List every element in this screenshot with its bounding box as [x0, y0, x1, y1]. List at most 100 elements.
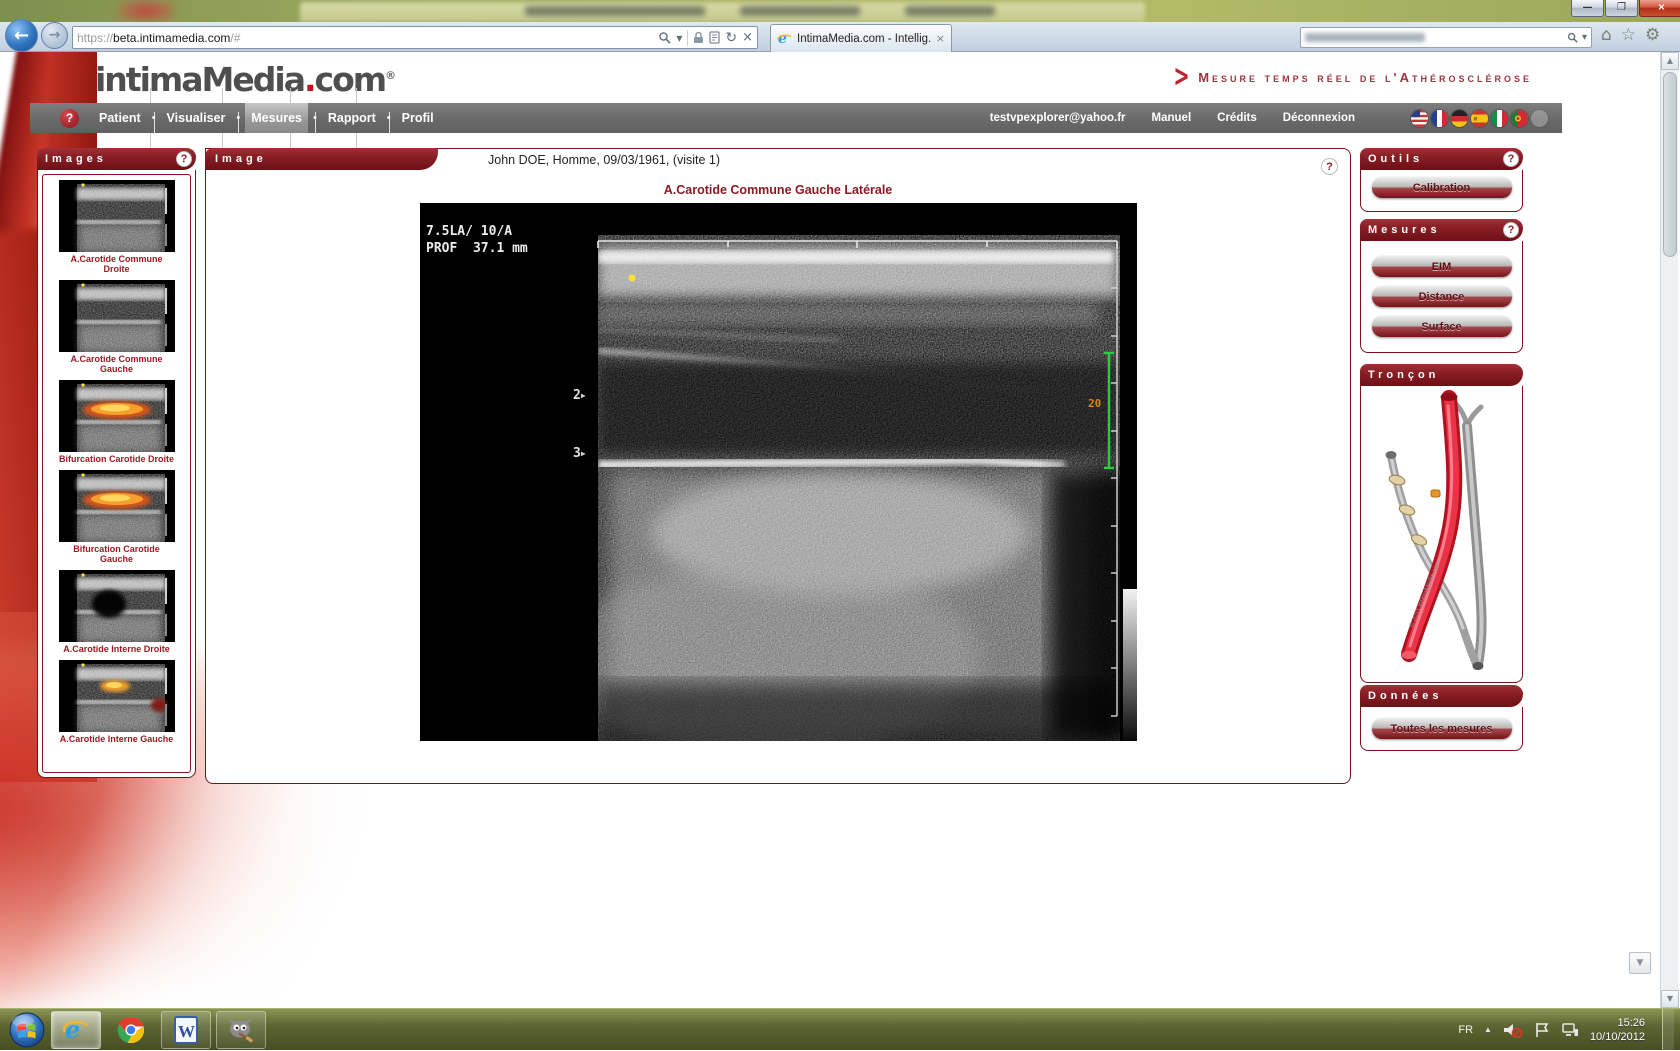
marker-3: 3▶ [573, 446, 586, 461]
troncon-panel-body: © 2011 IntimaMedia.com [1360, 386, 1523, 683]
address-bar-icons: ▾ ↻ × [658, 30, 753, 46]
action-center-flag-icon[interactable] [1534, 1022, 1550, 1038]
thumbnail-bif-gauche[interactable]: Bifurcation Carotide Gauche [57, 470, 177, 564]
inner-scroll-down-icon[interactable]: ▼ [1629, 952, 1651, 974]
restore-button[interactable]: ❐ [1605, 0, 1638, 17]
ultrasound-thumbnail [59, 660, 175, 732]
search-options-icon[interactable]: ▾ [1582, 32, 1587, 43]
show-desktop-button[interactable] [1662, 1009, 1674, 1051]
taskbar-word-button[interactable]: W [161, 1011, 211, 1049]
browser-search-box[interactable]: ▾ [1300, 27, 1592, 48]
tab-close-icon[interactable]: × [936, 32, 945, 45]
nav-link-manuel[interactable]: Manuel [1152, 112, 1192, 124]
help-icon[interactable]: ? [60, 109, 79, 128]
page-scrollbar[interactable]: ▲ ▼ [1660, 52, 1678, 1008]
favorites-star-icon[interactable]: ☆ [1621, 25, 1636, 45]
toutes-les-mesures-button[interactable]: Toutes les mesures [1372, 718, 1512, 739]
nav-divider [154, 112, 155, 142]
site-logo[interactable]: intimaMedia.com® [95, 60, 396, 99]
flag-it-icon[interactable] [1491, 110, 1508, 127]
scroll-up-icon[interactable]: ▲ [1661, 52, 1679, 70]
help-icon[interactable]: ? [1321, 158, 1338, 175]
minimize-button[interactable]: — [1571, 0, 1604, 17]
gear-icon[interactable]: ⚙ [1645, 25, 1660, 45]
images-panel-header: Images ? [37, 148, 196, 170]
flag-de-icon[interactable] [1451, 110, 1468, 127]
surface-button[interactable]: Surface [1372, 316, 1512, 337]
taskbar-chrome-button[interactable] [106, 1011, 156, 1049]
images-panel: Images ? [37, 148, 196, 778]
back-button[interactable]: ← [5, 19, 38, 52]
nav-item-profil[interactable]: Profil [396, 103, 440, 133]
desktop-background [0, 0, 1680, 22]
mesures-panel: Mesures ? EIM Distance Surface [1360, 219, 1523, 353]
thumbnail-cca-gauche[interactable]: A.Carotide Commune Gauche [57, 280, 177, 374]
thumbnail-bif-droite[interactable]: Bifurcation Carotide Droite [57, 380, 177, 464]
thumbnail-caption: Bifurcation Carotide Gauche [57, 544, 177, 564]
help-icon[interactable]: ? [1503, 222, 1519, 238]
gimp-icon [227, 1017, 255, 1043]
nav-item-mesures[interactable]: Mesures [245, 103, 308, 133]
ultrasound-thumbnail [59, 280, 175, 352]
start-button[interactable] [8, 1011, 46, 1049]
nav-item-visualiser[interactable]: Visualiser [161, 103, 232, 133]
stop-icon[interactable]: × [742, 30, 753, 45]
calibration-button[interactable]: Calibration [1372, 177, 1512, 198]
flag-disabled-icon[interactable] [1531, 110, 1548, 127]
ultrasound-image[interactable]: 7.5LA/ 10/APROF 37.1 mm 2▶ 3▶ 20 [420, 203, 1137, 741]
marker-arrow-icon: ▶ [581, 449, 586, 458]
flag-pt-icon[interactable] [1511, 110, 1528, 127]
help-icon[interactable]: ? [176, 151, 192, 167]
word-icon: W [173, 1016, 199, 1044]
taskbar-clock[interactable]: 15:26 10/10/2012 [1590, 1016, 1645, 1044]
nav-item-patient[interactable]: Patient [93, 103, 147, 133]
search-icon[interactable] [658, 31, 671, 44]
artery-diagram[interactable]: © 2011 IntimaMedia.com [1361, 386, 1522, 681]
troncon-panel: Tronçon [1360, 364, 1523, 683]
network-icon[interactable] [1561, 1022, 1579, 1038]
thumbnail-aci-droite[interactable]: A.Carotide Interne Droite [57, 570, 177, 654]
nav-item-rapport[interactable]: Rapport [322, 103, 382, 133]
flag-es-icon[interactable] [1471, 110, 1488, 127]
close-button[interactable]: × [1639, 0, 1680, 17]
clock-time: 15:26 [1590, 1016, 1645, 1030]
help-icon[interactable]: ? [1503, 151, 1519, 167]
flag-fr-icon[interactable] [1431, 110, 1448, 127]
nav-link-credits[interactable]: Crédits [1217, 112, 1257, 124]
taskbar-gimp-button[interactable] [216, 1011, 266, 1049]
nav-divider [389, 112, 390, 142]
divider [687, 30, 688, 46]
browser-tab[interactable]: e IntimaMedia.com - Intellig... × [770, 24, 952, 52]
tray-expand-icon[interactable]: ▲ [1484, 1025, 1492, 1034]
taskbar-ie-button[interactable]: e [51, 1011, 101, 1049]
search-placeholder-blur [1305, 33, 1425, 42]
main-navigation: ? Patient • Visualiser • Mesures • Rappo… [30, 103, 1562, 133]
outils-panel-body: Calibration [1360, 170, 1523, 212]
ie-favicon: e [777, 31, 792, 46]
search-icon[interactable] [1567, 32, 1578, 43]
command-icons: ⌂ ☆ ⚙ [1601, 25, 1660, 45]
eim-button[interactable]: EIM [1372, 256, 1512, 277]
ie-icon: e [63, 1017, 89, 1043]
scrollbar-thumb[interactable] [1663, 72, 1677, 257]
ultrasound-thumbnail [59, 380, 175, 452]
distance-button[interactable]: Distance [1372, 286, 1512, 307]
volume-muted-icon[interactable] [1503, 1022, 1523, 1038]
svg-text:e: e [778, 31, 787, 46]
scroll-down-icon[interactable]: ▼ [1661, 990, 1679, 1008]
search-dropdown-icon[interactable]: ▾ [676, 31, 682, 45]
home-icon[interactable]: ⌂ [1601, 25, 1612, 45]
thumbnail-cca-droite[interactable]: A.Carotide Commune Droite [57, 180, 177, 274]
address-bar[interactable]: https://beta.intimamedia.com/# ▾ ↻ × [72, 26, 758, 49]
refresh-icon[interactable]: ↻ [725, 30, 737, 46]
nav-link-deconnexion[interactable]: Déconnexion [1283, 112, 1355, 124]
marker-arrow-icon: ▶ [581, 391, 586, 400]
thumbnail-aci-gauche[interactable]: A.Carotide Interne Gauche [57, 660, 177, 744]
language-indicator[interactable]: FR [1458, 1024, 1473, 1036]
compatibility-icon[interactable] [709, 31, 720, 44]
flag-us-icon[interactable] [1411, 110, 1428, 127]
artery-marker [1431, 490, 1440, 497]
forward-button[interactable]: → [41, 22, 68, 49]
windows-taskbar: e W FR ▲ [0, 1008, 1680, 1050]
image-title: A.Carotide Commune Gauche Latérale [206, 183, 1350, 197]
